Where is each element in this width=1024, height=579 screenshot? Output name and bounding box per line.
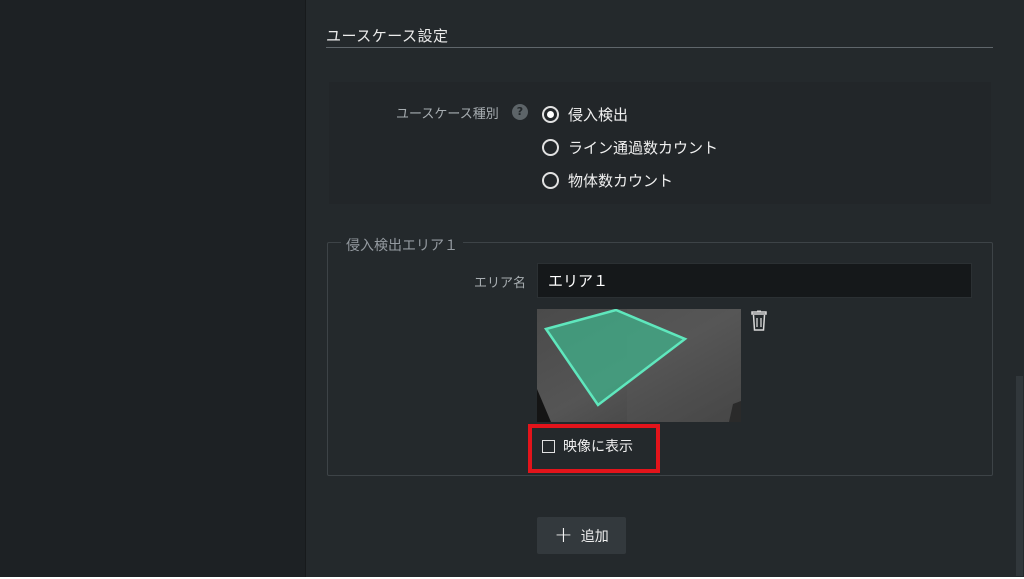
app-window: ユースケース設定 ユースケース種別 ? 侵入検出 ライン通過数カウント 物体数カ… [0, 0, 1024, 577]
plus-icon: + [554, 522, 573, 548]
radio-button[interactable] [542, 171, 559, 189]
add-button-label: 追加 [580, 528, 609, 545]
radio-button[interactable] [542, 138, 559, 156]
section-title: ユースケース設定 [326, 27, 449, 45]
radio-intrusion-detection[interactable]: 侵入検出 [542, 104, 628, 124]
area-preview-image[interactable] [537, 309, 741, 422]
radio-line-crossing-count[interactable]: ライン通過数カウント [542, 137, 718, 157]
usecase-type-label: ユースケース種別 [396, 107, 499, 122]
area-name-input[interactable] [537, 263, 972, 298]
trash-icon [751, 310, 767, 331]
radio-label: ライン通過数カウント [568, 138, 719, 157]
annotation-highlight-box [528, 424, 660, 473]
area-preview-canvas [537, 309, 741, 422]
help-icon[interactable]: ? [512, 104, 528, 120]
intrusion-area-legend: 侵入検出エリア１ [341, 235, 463, 255]
settings-panel: ユースケース設定 ユースケース種別 ? 侵入検出 ライン通過数カウント 物体数カ… [306, 0, 1024, 577]
scrollbar-thumb[interactable] [1016, 376, 1023, 576]
radio-button-checked[interactable] [542, 105, 559, 123]
add-area-button[interactable]: + 追加 [537, 517, 626, 554]
radio-object-count[interactable]: 物体数カウント [542, 170, 673, 190]
section-divider [326, 47, 993, 48]
radio-label: 物体数カウント [568, 171, 674, 190]
scrollbar-track[interactable] [1015, 0, 1024, 577]
area-name-label: エリア名 [474, 276, 527, 291]
delete-area-button[interactable] [749, 310, 769, 332]
radio-label: 侵入検出 [568, 105, 629, 124]
sidebar [0, 0, 306, 577]
